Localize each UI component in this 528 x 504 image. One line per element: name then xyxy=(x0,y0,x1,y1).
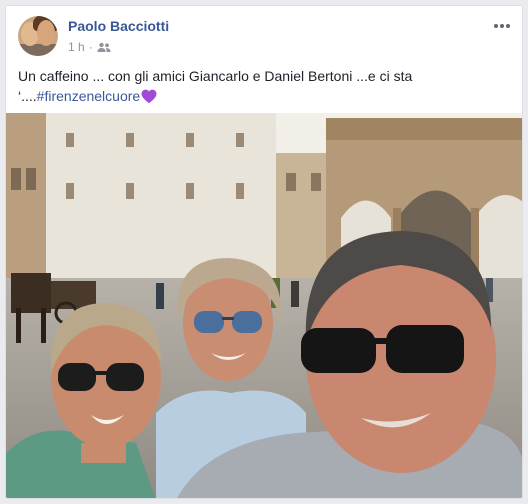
post-meta: 1 h · xyxy=(68,40,111,54)
more-options-icon[interactable] xyxy=(492,18,512,34)
post-card: Paolo Bacciotti 1 h · Un caffeino ... co… xyxy=(5,5,523,499)
author-name[interactable]: Paolo Bacciotti xyxy=(68,18,169,34)
post-message: Un caffeino ... con gli amici Giancarlo … xyxy=(18,66,508,106)
author-avatar[interactable] xyxy=(18,16,58,56)
friends-icon[interactable] xyxy=(97,42,111,52)
hashtag-link[interactable]: #firenzenelcuore xyxy=(37,88,141,104)
purple-heart-icon xyxy=(141,89,157,104)
post-header: Paolo Bacciotti 1 h · xyxy=(18,16,512,60)
selfie-photo xyxy=(6,113,522,498)
post-photo[interactable] xyxy=(6,113,522,498)
post-time[interactable]: 1 h xyxy=(68,40,85,54)
